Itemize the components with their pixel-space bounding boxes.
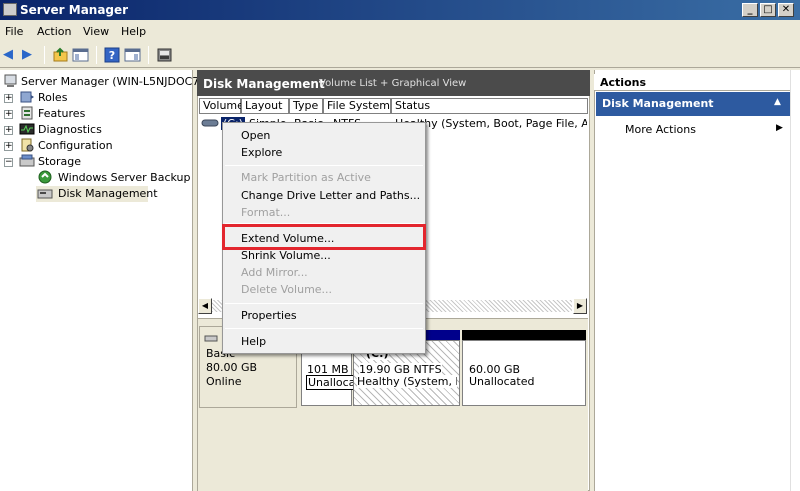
roles-icon: [20, 91, 34, 103]
configuration-icon: [21, 138, 34, 152]
menu-item-mark-active[interactable]: Mark Partition as Active: [241, 169, 371, 187]
help-icon: ?: [104, 47, 120, 63]
collapse-icon[interactable]: −: [4, 158, 13, 167]
submenu-arrow-icon: ▶: [776, 123, 783, 133]
help-button[interactable]: ?: [104, 47, 121, 63]
disk-management-header: Disk Management Volume List + Graphical …: [197, 70, 590, 96]
menu-item-format[interactable]: Format...: [241, 204, 290, 222]
menu-file[interactable]: File: [5, 25, 23, 38]
partition-unallocated-large[interactable]: 60.00 GB Unallocated: [462, 340, 586, 406]
menu-view[interactable]: View: [83, 25, 109, 38]
pane-subtitle: Volume List + Graphical View: [319, 78, 467, 89]
menu-bar: File Action View Help: [0, 20, 800, 42]
actions-title: Actions: [600, 76, 646, 89]
expand-icon[interactable]: +: [4, 142, 13, 151]
pane-title: Disk Management: [203, 77, 325, 91]
column-header-volume[interactable]: Volume: [199, 98, 244, 114]
column-header-status[interactable]: Status: [391, 98, 588, 114]
storage-icon: [19, 154, 35, 167]
up-folder-icon: [53, 47, 68, 62]
svg-text:?: ?: [109, 49, 115, 62]
disk-icon: [204, 335, 218, 342]
server-manager-icon: [3, 3, 17, 16]
actions-header: Actions: [594, 74, 790, 91]
server-icon: [4, 74, 17, 87]
scroll-right-button[interactable]: ▶: [573, 298, 587, 314]
window-title: Server Manager: [20, 3, 129, 17]
expand-icon[interactable]: +: [4, 110, 13, 119]
partition-label: Unallocated: [469, 375, 535, 388]
backup-icon: [38, 170, 52, 184]
up-folder-button[interactable]: [52, 47, 69, 63]
menu-item-explore[interactable]: Explore: [241, 144, 282, 162]
properties-toolbar-button[interactable]: [156, 47, 173, 63]
menu-separator: [225, 303, 423, 304]
actions-section-disk-management[interactable]: Disk Management ▲: [596, 92, 790, 116]
features-icon: [21, 106, 33, 120]
menu-item-open[interactable]: Open: [241, 127, 270, 145]
disk-size: 80.00 GB: [206, 361, 258, 374]
menu-item-delete-volume[interactable]: Delete Volume...: [241, 281, 332, 299]
disk-status: Online: [206, 375, 242, 388]
console-tree-icon: [72, 48, 89, 62]
console-tree: Server Manager (WIN-L5NJDOC7R + Roles + …: [0, 70, 207, 491]
menu-item-add-mirror[interactable]: Add Mirror...: [241, 264, 308, 282]
menu-help[interactable]: Help: [121, 25, 146, 38]
tree-item-disk-management[interactable]: Disk Management: [36, 186, 158, 202]
show-hide-action-pane-button[interactable]: [124, 47, 141, 63]
section-title: Disk Management: [602, 97, 714, 110]
expand-icon[interactable]: +: [4, 94, 13, 103]
menu-item-properties[interactable]: Properties: [241, 307, 297, 325]
more-actions-label: More Actions: [625, 123, 696, 136]
extend-volume-highlight: [222, 224, 426, 250]
column-header-layout[interactable]: Layout: [241, 98, 289, 114]
action-pane-icon: [124, 48, 141, 62]
diagnostics-icon: [19, 123, 35, 135]
partition-status: Healthy (System, Bo: [357, 375, 457, 388]
show-hide-tree-button[interactable]: [72, 47, 89, 63]
maximize-button[interactable]: □: [760, 3, 776, 17]
collapse-arrow-icon[interactable]: ▲: [774, 97, 781, 107]
close-button[interactable]: ✕: [778, 3, 794, 17]
menu-action[interactable]: Action: [37, 25, 71, 38]
column-header-file-system[interactable]: File System: [323, 98, 391, 114]
properties-icon: [157, 48, 172, 62]
volume-icon: [201, 119, 219, 127]
forward-button[interactable]: ▶: [22, 47, 39, 63]
back-button[interactable]: ◀: [3, 47, 20, 63]
menu-separator: [225, 328, 423, 329]
actions-scrollbar[interactable]: [790, 70, 800, 491]
expand-icon[interactable]: +: [4, 126, 13, 135]
more-actions-item[interactable]: More Actions ▶: [596, 120, 790, 138]
minimize-button[interactable]: _: [742, 3, 758, 17]
divider: [594, 90, 790, 91]
menu-item-change-drive-letter[interactable]: Change Drive Letter and Paths...: [241, 187, 420, 205]
disk-management-icon: [37, 189, 53, 199]
menu-separator: [225, 165, 423, 166]
menu-item-help[interactable]: Help: [241, 333, 266, 351]
title-bar: Server Manager _ □ ✕: [0, 0, 800, 20]
scroll-left-button[interactable]: ◀: [198, 298, 212, 314]
toolbar: ◀ ▶ ?: [0, 42, 800, 68]
partition-unallocated-bar: [462, 330, 586, 340]
column-header-type[interactable]: Type: [289, 98, 323, 114]
